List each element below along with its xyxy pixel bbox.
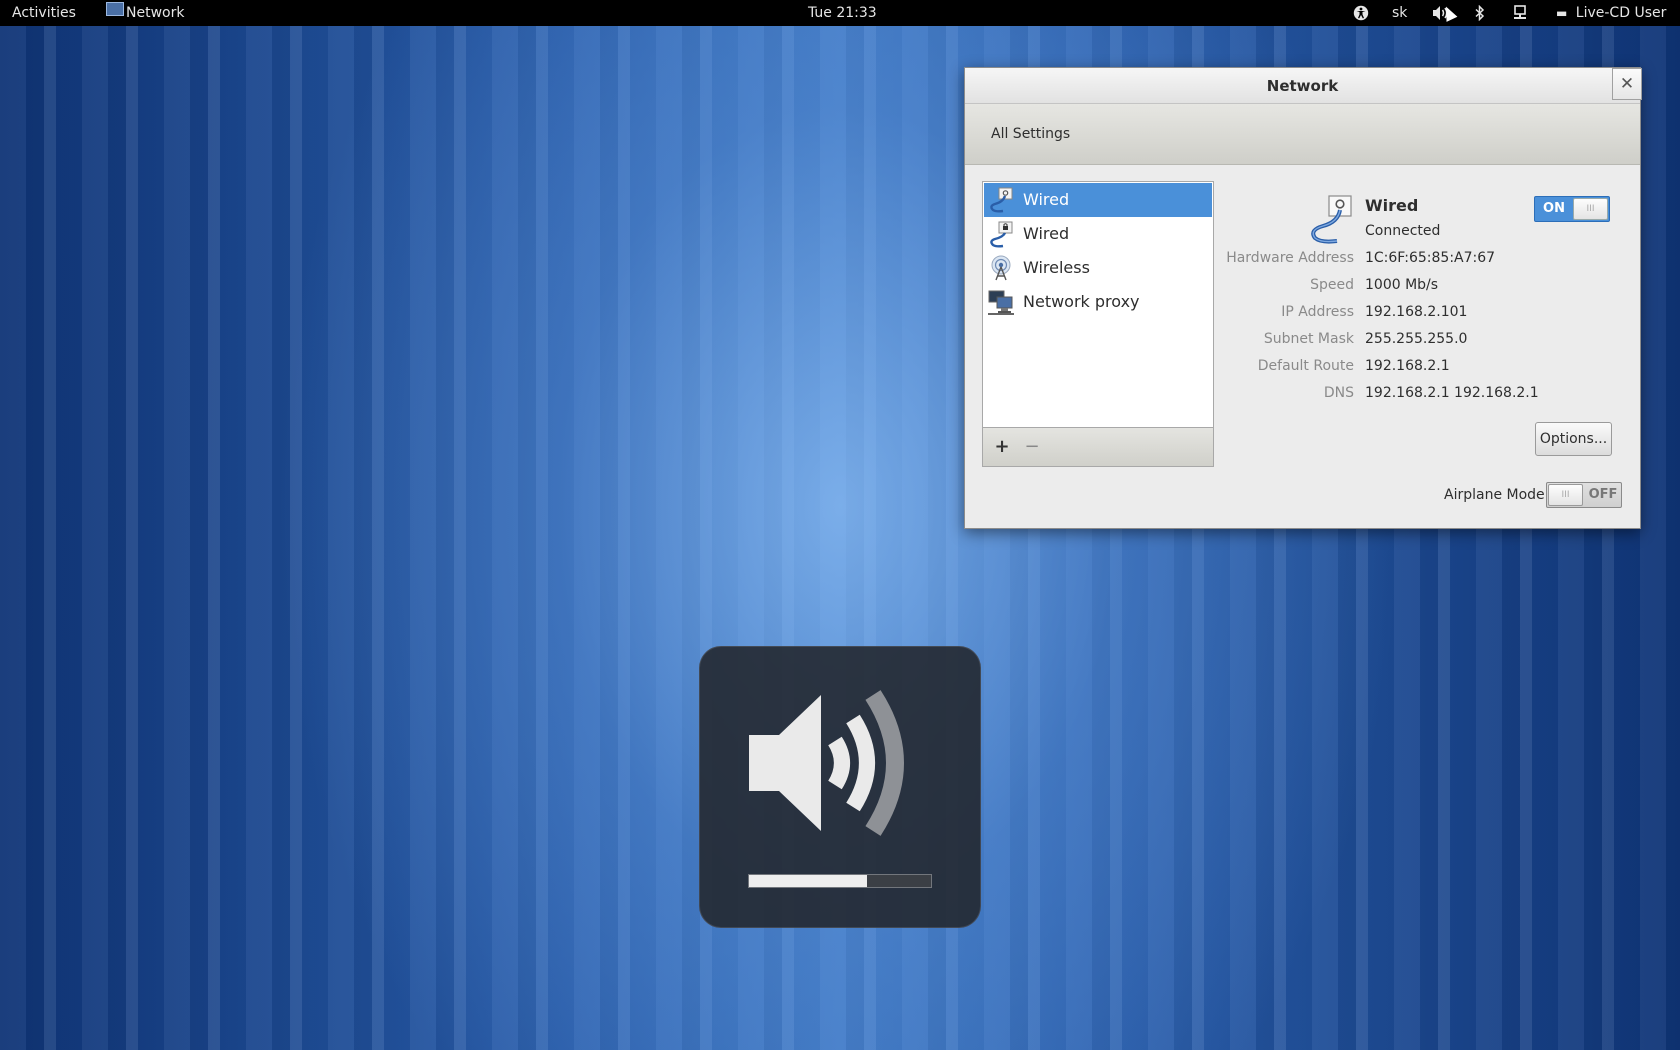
row-value: 1C:6F:65:85:A7:67 xyxy=(1365,250,1496,266)
volume-level-bar xyxy=(748,874,932,888)
row-value: 192.168.2.1 xyxy=(1365,358,1450,374)
airplane-mode-switch[interactable]: III OFF xyxy=(1546,482,1622,508)
add-device-button[interactable]: + xyxy=(990,435,1014,459)
options-button[interactable]: Options... xyxy=(1535,422,1612,456)
app-menu-label: Network xyxy=(126,5,185,21)
row-value: 1000 Mb/s xyxy=(1365,277,1439,293)
row-label: Hardware Address xyxy=(1226,250,1354,266)
device-label: Network proxy xyxy=(1023,292,1140,311)
network-icon[interactable] xyxy=(1510,0,1530,26)
all-settings-button[interactable]: All Settings xyxy=(987,121,1074,147)
app-menu[interactable]: Network xyxy=(106,0,184,26)
activities-button[interactable]: Activities xyxy=(12,0,76,26)
network-proxy-icon xyxy=(988,290,1014,315)
top-panel: Activities Network Tue 21:33 sk ▬ Live-C… xyxy=(0,0,1680,26)
airplane-mode-label: Airplane Mode xyxy=(1444,487,1545,503)
wired-network-icon xyxy=(1311,195,1352,244)
device-label: Wired xyxy=(1023,224,1070,243)
switch-state-label: ON xyxy=(1543,201,1565,216)
row-label: IP Address xyxy=(1281,304,1354,320)
hardware-address-row: Hardware Address 1C:6F:65:85:A7:67 xyxy=(1177,250,1617,272)
wireless-icon xyxy=(991,255,1011,281)
volume-osd xyxy=(699,646,981,928)
wired-network-locked-icon xyxy=(990,221,1013,248)
speed-row: Speed 1000 Mb/s xyxy=(1177,277,1617,299)
row-value: 255.255.255.0 xyxy=(1365,331,1468,347)
row-label: DNS xyxy=(1323,385,1354,401)
switch-knob: III xyxy=(1548,484,1583,506)
window-toolbar: All Settings xyxy=(965,104,1640,165)
device-title: Wired xyxy=(1365,196,1419,215)
default-route-row: Default Route 192.168.2.1 xyxy=(1177,358,1617,380)
wired-toggle-switch[interactable]: ON III xyxy=(1534,196,1610,222)
network-settings-window: Network ✕ All Settings Wired Wired Wirel… xyxy=(964,67,1642,529)
ip-address-row: IP Address 192.168.2.101 xyxy=(1177,304,1617,326)
row-value: 192.168.2.101 xyxy=(1365,304,1468,320)
keyboard-layout-indicator[interactable]: sk xyxy=(1392,0,1407,26)
network-app-icon xyxy=(106,2,124,16)
speaker-icon xyxy=(749,690,904,836)
window-title: Network xyxy=(1266,77,1339,95)
wired-network-icon xyxy=(990,187,1013,213)
device-label: Wired xyxy=(1023,190,1070,209)
volume-level-fill xyxy=(749,875,867,887)
row-label: Speed xyxy=(1310,277,1354,293)
switch-knob: III xyxy=(1573,198,1608,220)
user-name: Live-CD User xyxy=(1575,5,1667,21)
connection-status: Connected xyxy=(1365,223,1441,239)
dns-row: DNS 192.168.2.1 192.168.2.1 xyxy=(1177,385,1617,407)
bluetooth-icon[interactable] xyxy=(1471,0,1489,26)
device-item-wired[interactable]: Wired xyxy=(984,183,1212,217)
device-label: Wireless xyxy=(1023,258,1090,277)
user-menu[interactable]: ▬ Live-CD User xyxy=(1556,0,1666,26)
window-titlebar[interactable]: Network xyxy=(965,68,1640,104)
row-value: 192.168.2.1 192.168.2.1 xyxy=(1365,385,1539,401)
device-list-toolbar: + − xyxy=(982,428,1214,467)
chat-icon: ▬ xyxy=(1556,6,1568,20)
accessibility-icon[interactable] xyxy=(1350,0,1372,26)
remove-device-button[interactable]: − xyxy=(1020,435,1044,459)
row-label: Subnet Mask xyxy=(1263,331,1354,347)
close-button[interactable]: ✕ xyxy=(1612,68,1642,100)
clock[interactable]: Tue 21:33 xyxy=(808,0,877,26)
subnet-mask-row: Subnet Mask 255.255.255.0 xyxy=(1177,331,1617,353)
row-label: Default Route xyxy=(1257,358,1354,374)
device-item-wired[interactable]: Wired xyxy=(984,217,1212,251)
switch-state-label: OFF xyxy=(1588,487,1618,502)
